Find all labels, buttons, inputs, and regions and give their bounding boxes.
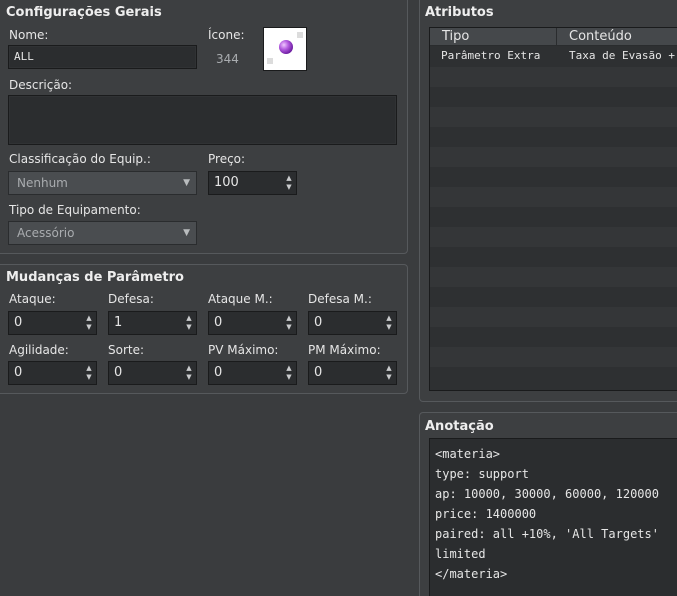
icon-index: 344 xyxy=(216,52,239,66)
purple-orb-icon xyxy=(279,40,293,54)
name-label: Nome: xyxy=(9,28,49,42)
param-spin-magic-defense[interactable]: 0 ▲ ▼ xyxy=(308,311,397,335)
param-spin-luck[interactable]: 0 ▲ ▼ xyxy=(108,361,197,385)
param-value-max-mp: 0 xyxy=(314,365,323,380)
empty-row[interactable] xyxy=(430,167,677,187)
spin-arrows-icon[interactable]: ▲ ▼ xyxy=(385,314,393,332)
param-value-luck: 0 xyxy=(114,365,123,380)
empty-row[interactable] xyxy=(430,67,677,87)
param-label-magic-defense: Defesa M.: xyxy=(308,292,372,306)
icon-label: Ícone: xyxy=(208,28,245,42)
equip-type-label: Tipo de Equipamento: xyxy=(9,203,141,217)
empty-row[interactable] xyxy=(430,367,677,387)
equip-class-select[interactable]: Nenhum ▼ xyxy=(8,171,197,195)
price-value: 100 xyxy=(214,175,239,190)
spin-arrows-icon[interactable]: ▲ ▼ xyxy=(85,364,93,382)
note-textarea[interactable]: <materia> type: support ap: 10000, 30000… xyxy=(429,438,677,596)
param-value-attack: 0 xyxy=(14,315,23,330)
description-textarea[interactable] xyxy=(8,95,397,145)
param-label-max-hp: PV Máximo: xyxy=(208,343,279,357)
description-label: Descrição: xyxy=(9,78,73,92)
table-row[interactable]: Parâmetro Extra Taxa de Evasão + xyxy=(430,47,677,67)
spin-arrows-icon[interactable]: ▲ ▼ xyxy=(185,364,193,382)
param-label-defense: Defesa: xyxy=(108,292,154,306)
param-spin-max-mp[interactable]: 0 ▲ ▼ xyxy=(308,361,397,385)
param-spin-magic-attack[interactable]: 0 ▲ ▼ xyxy=(208,311,297,335)
param-spin-defense[interactable]: 1 ▲ ▼ xyxy=(108,311,197,335)
attributes-title: Atributos xyxy=(425,5,494,20)
equip-class-value: Nenhum xyxy=(17,176,68,190)
attributes-table[interactable]: Tipo Conteúdo Parâmetro Extra Taxa de Ev… xyxy=(429,27,677,391)
item-icon-picker[interactable] xyxy=(263,27,307,71)
price-label: Preço: xyxy=(208,152,246,166)
empty-row[interactable] xyxy=(430,287,677,307)
param-value-max-hp: 0 xyxy=(214,365,223,380)
icon-bg-shade-2 xyxy=(297,32,303,38)
col-header-content[interactable]: Conteúdo xyxy=(557,28,677,46)
param-spin-agility[interactable]: 0 ▲ ▼ xyxy=(8,361,97,385)
equip-type-select[interactable]: Acessório ▼ xyxy=(8,221,197,245)
param-value-defense: 1 xyxy=(114,315,123,330)
param-value-magic-defense: 0 xyxy=(314,315,323,330)
empty-row[interactable] xyxy=(430,327,677,347)
param-label-luck: Sorte: xyxy=(108,343,145,357)
empty-row[interactable] xyxy=(430,127,677,147)
spin-arrows-icon[interactable]: ▲ ▼ xyxy=(85,314,93,332)
general-settings-title: Configurações Gerais xyxy=(6,5,162,20)
empty-row[interactable] xyxy=(430,267,677,287)
empty-row[interactable] xyxy=(430,347,677,367)
price-spinbox[interactable]: 100 ▲ ▼ xyxy=(208,171,297,195)
col-header-type[interactable]: Tipo xyxy=(430,28,557,46)
equip-class-label: Classificação do Equip.: xyxy=(9,152,151,166)
chevron-down-icon: ▼ xyxy=(183,228,190,238)
empty-row[interactable] xyxy=(430,107,677,127)
icon-bg-shade xyxy=(267,58,273,64)
param-label-attack: Ataque: xyxy=(9,292,56,306)
spin-arrows-icon[interactable]: ▲ ▼ xyxy=(285,174,293,192)
row-type: Parâmetro Extra xyxy=(441,49,541,62)
param-spin-max-hp[interactable]: 0 ▲ ▼ xyxy=(208,361,297,385)
chevron-down-icon: ▼ xyxy=(183,178,190,188)
empty-row[interactable] xyxy=(430,187,677,207)
spin-arrows-icon[interactable]: ▲ ▼ xyxy=(285,314,293,332)
row-content: Taxa de Evasão + xyxy=(569,49,675,62)
spin-arrows-icon[interactable]: ▲ ▼ xyxy=(385,364,393,382)
empty-row[interactable] xyxy=(430,227,677,247)
empty-row[interactable] xyxy=(430,307,677,327)
param-label-max-mp: PM Máximo: xyxy=(308,343,381,357)
param-spin-attack[interactable]: 0 ▲ ▼ xyxy=(8,311,97,335)
equip-type-value: Acessório xyxy=(17,226,75,240)
name-input[interactable]: ALL xyxy=(8,45,197,69)
param-label-agility: Agilidade: xyxy=(9,343,69,357)
note-title: Anotação xyxy=(425,419,494,434)
spin-arrows-icon[interactable]: ▲ ▼ xyxy=(185,314,193,332)
empty-row[interactable] xyxy=(430,247,677,267)
param-label-magic-attack: Ataque M.: xyxy=(208,292,273,306)
parameter-changes-title: Mudanças de Parâmetro xyxy=(6,270,184,285)
empty-row[interactable] xyxy=(430,147,677,167)
empty-row[interactable] xyxy=(430,207,677,227)
spin-arrows-icon[interactable]: ▲ ▼ xyxy=(285,364,293,382)
param-value-magic-attack: 0 xyxy=(214,315,223,330)
empty-row[interactable] xyxy=(430,87,677,107)
param-value-agility: 0 xyxy=(14,365,23,380)
